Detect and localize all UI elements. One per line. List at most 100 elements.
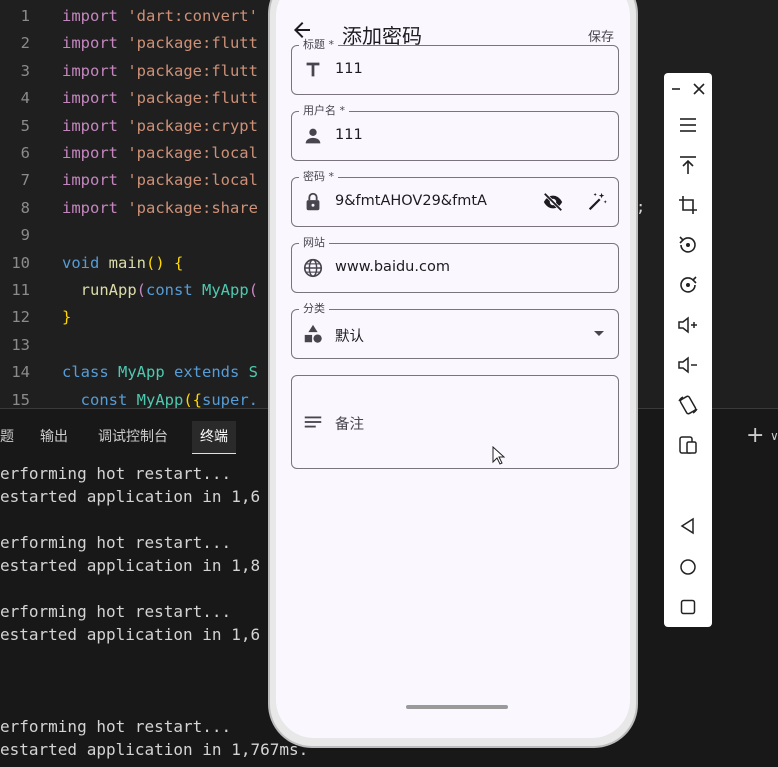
code-text: import 'package:flutt (62, 85, 258, 112)
menu-icon[interactable] (676, 113, 700, 137)
save-button[interactable]: 保存 (588, 26, 614, 45)
terminal-line: erforming hot restart... (0, 533, 232, 552)
line-number: 13 (11, 335, 30, 354)
line-number: 9 (20, 226, 30, 245)
code-text: void main() { (62, 250, 183, 277)
code-token: const (146, 281, 203, 299)
rotate-left-icon[interactable] (676, 233, 700, 257)
terminal-line: estarted application in 1,8 (0, 556, 261, 575)
code-token: } (62, 308, 72, 327)
title-field[interactable]: 标题 * 111 (291, 38, 619, 95)
code-token: ({ (183, 390, 203, 409)
code-text: import 'package:flutt (62, 30, 258, 57)
magic-wand-icon[interactable] (586, 191, 608, 213)
code-token: 'package:local (127, 144, 258, 162)
line-number: 11 (11, 281, 30, 299)
rotate-right-icon[interactable] (676, 273, 700, 297)
title-value: 111 (335, 61, 363, 77)
code-token: import (62, 198, 128, 217)
website-field-label: 网站 (299, 236, 329, 250)
code-text: class MyApp extends S (62, 359, 258, 386)
code-text: import 'package:local (62, 140, 258, 167)
category-value: 默认 (335, 329, 364, 345)
code-token: 'package:flutt (127, 61, 258, 80)
visibility-off-icon[interactable] (542, 191, 564, 213)
notes-icon (304, 416, 322, 428)
code-token: 'package:crypt (127, 116, 258, 135)
code-token: import (62, 61, 128, 80)
code-token: import (62, 7, 128, 25)
screen-rotate-icon[interactable] (676, 393, 700, 417)
category-field-label: 分类 (299, 302, 329, 316)
website-field[interactable]: 网站 www.baidu.com (291, 236, 619, 293)
tab-problems[interactable]: 题 (0, 421, 14, 453)
line-number: 10 (11, 253, 30, 272)
password-field-label: 密码 * (299, 170, 338, 184)
line-number: 1 (20, 7, 30, 25)
code-token: 'dart:convert' (127, 7, 258, 25)
terminal-line: erforming hot restart... (0, 464, 232, 483)
lock-icon (306, 192, 320, 211)
pin-top-icon[interactable] (676, 153, 700, 177)
website-value: www.baidu.com (335, 259, 450, 275)
code-token: void (62, 253, 109, 272)
password-field[interactable]: 密码 * 9&fmtAHOV29&fmtA (291, 170, 619, 227)
volume-up-icon[interactable] (676, 313, 700, 337)
volume-down-icon[interactable] (676, 353, 700, 377)
code-token: 'package:flutt (127, 89, 258, 108)
code-token: 'package:flutt (127, 34, 258, 53)
terminal-line: estarted application in 1,6 (0, 625, 261, 644)
code-token: S (248, 363, 258, 382)
close-icon[interactable] (690, 77, 708, 101)
code-token: extends (174, 363, 249, 382)
title-icon (306, 62, 320, 77)
code-text: import 'package:share (62, 195, 258, 222)
tab-terminal[interactable]: 终端 (192, 421, 236, 454)
code-text: import 'package:flutt (62, 58, 258, 85)
back-icon[interactable] (676, 514, 700, 538)
code-text: import 'package:local (62, 167, 258, 194)
password-value: 9&fmtAHOV29&fmtA (335, 193, 487, 209)
line-number: 5 (20, 116, 30, 135)
code-token: MyApp (118, 363, 174, 382)
notes-placeholder: 备注 (335, 417, 364, 433)
username-field[interactable]: 用户名 * 111 (291, 104, 619, 161)
person-icon (305, 128, 321, 144)
terminal-line: erforming hot restart... (0, 602, 232, 621)
chevron-down-icon[interactable]: ∨ (770, 429, 778, 443)
notes-field[interactable]: 备注 (291, 375, 619, 469)
minimize-icon[interactable] (668, 77, 684, 101)
username-field-label: 用户名 * (299, 104, 349, 118)
crop-icon[interactable] (676, 193, 700, 217)
tab-debug-console[interactable]: 调试控制台 (98, 421, 168, 453)
code-text: } (62, 304, 71, 331)
code-token: runApp (80, 281, 137, 299)
add-terminal-button[interactable]: + (746, 423, 764, 448)
terminal-line: estarted application in 1,767ms. (0, 740, 309, 759)
globe-icon (303, 258, 323, 278)
tab-output[interactable]: 输出 (40, 421, 68, 453)
app-screen: 添加密码 保存 标题 * 111 用户名 * 111 密码 * 9&fmtAHO… (276, 0, 630, 738)
dropdown-arrow-icon (594, 331, 604, 336)
line-number: 7 (20, 171, 30, 190)
overview-icon[interactable] (676, 595, 700, 619)
code-token: import (62, 89, 128, 108)
title-field-label: 标题 * (299, 38, 338, 52)
category-icon (304, 324, 322, 343)
line-number: 2 (20, 34, 30, 53)
line-number: 6 (20, 144, 30, 162)
line-number: 14 (11, 363, 30, 382)
line-number: 4 (20, 89, 30, 108)
home-icon[interactable] (676, 555, 700, 579)
emulator-toolbar (664, 73, 712, 627)
username-value: 111 (335, 127, 363, 143)
terminal-line: estarted application in 1,6 (0, 487, 261, 506)
fold-device-icon[interactable] (676, 433, 700, 457)
mouse-cursor-icon (492, 446, 506, 465)
category-dropdown[interactable]: 分类 默认 (291, 302, 619, 359)
code-token: main (108, 253, 146, 272)
home-indicator[interactable] (406, 705, 508, 709)
line-number: 3 (20, 61, 30, 80)
code-token: ( (248, 281, 259, 299)
